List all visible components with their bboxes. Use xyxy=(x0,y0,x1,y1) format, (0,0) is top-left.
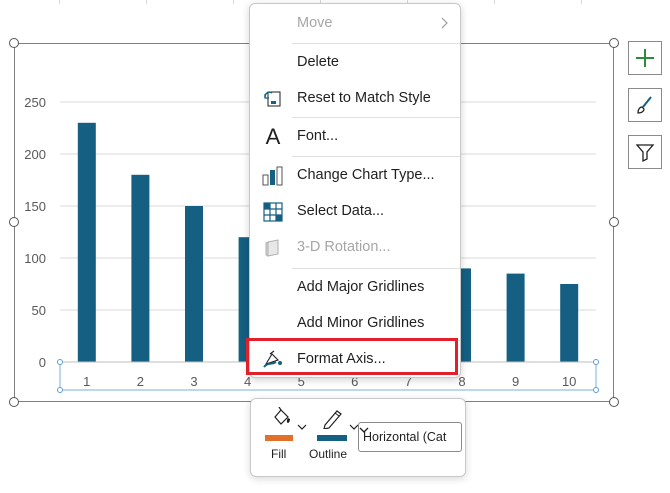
select-data-icon xyxy=(262,201,284,223)
axis-selection-handle xyxy=(593,359,599,365)
y-tick-label: 150 xyxy=(24,199,46,214)
y-tick-label: 0 xyxy=(39,355,46,370)
menu-item-delete[interactable]: Delete xyxy=(250,45,460,79)
font-icon: A xyxy=(265,124,281,149)
menu-separator xyxy=(292,156,460,157)
highlight-box xyxy=(246,338,458,375)
x-tick-label: 10 xyxy=(562,374,576,389)
menu-item-3d-rotation[interactable]: 3-D Rotation... xyxy=(250,230,460,264)
chart-elements-button[interactable] xyxy=(628,41,662,75)
fill-label: Fill xyxy=(271,447,287,461)
bar xyxy=(131,174,150,362)
resize-handle-middle-right[interactable] xyxy=(609,217,619,227)
paint-bucket-icon xyxy=(274,407,290,425)
mini-toolbar: Fill Outline Horizontal (Category Axis) xyxy=(250,398,466,477)
bar xyxy=(506,273,525,362)
pen-icon xyxy=(323,410,342,429)
x-tick-label: 8 xyxy=(458,374,465,389)
chevron-down-icon[interactable] xyxy=(297,423,307,431)
chart-filters-icon xyxy=(635,144,655,163)
bar xyxy=(560,284,579,362)
chart-type-icon xyxy=(262,165,284,187)
bar xyxy=(77,122,96,362)
menu-item-move[interactable]: Move xyxy=(250,6,460,40)
menu-item-select-data[interactable]: Select Data... xyxy=(250,194,460,228)
y-tick-label: 250 xyxy=(24,95,46,110)
x-tick-label: 9 xyxy=(512,374,519,389)
resize-handle-bottom-left[interactable] xyxy=(9,397,19,407)
axis-selection-handle xyxy=(57,359,63,365)
3d-rotation-icon xyxy=(262,237,284,259)
outline-button[interactable] xyxy=(313,405,359,441)
outline-color-swatch xyxy=(317,435,347,441)
resize-handle-top-left[interactable] xyxy=(9,38,19,48)
resize-handle-bottom-right[interactable] xyxy=(609,397,619,407)
x-tick-label: 3 xyxy=(190,374,197,389)
menu-item-reset-to-match-style[interactable]: Reset to Match Style xyxy=(250,81,460,115)
bar xyxy=(185,206,203,362)
fill-color-swatch xyxy=(265,435,293,441)
outline-label: Outline xyxy=(309,447,348,461)
menu-item-add-major-gridlines[interactable]: Add Major Gridlines xyxy=(250,270,460,304)
axis-selection-handle xyxy=(593,387,599,393)
menu-separator xyxy=(292,268,460,269)
axis-selection-handle xyxy=(57,387,63,393)
chart-filters-button[interactable] xyxy=(628,135,662,169)
menu-separator xyxy=(292,117,460,118)
menu-item-change-chart-type[interactable]: Change Chart Type... xyxy=(250,158,460,192)
chart-elements-icon xyxy=(636,49,654,67)
y-tick-label: 200 xyxy=(24,147,46,162)
menu-separator xyxy=(292,43,460,44)
chevron-right-icon xyxy=(441,17,448,29)
resize-handle-middle-left[interactable] xyxy=(9,217,19,227)
menu-item-add-minor-gridlines[interactable]: Add Minor Gridlines xyxy=(250,306,460,340)
resize-handle-top-right[interactable] xyxy=(609,38,619,48)
chart-styles-icon xyxy=(637,96,652,114)
chart-element-select[interactable]: Horizontal (Category Axis) xyxy=(358,422,462,452)
y-tick-label: 100 xyxy=(24,251,46,266)
menu-item-font[interactable]: A Font... xyxy=(250,119,460,153)
reset-style-icon xyxy=(262,88,284,110)
context-menu: Move Delete Reset to Match Style A Font.… xyxy=(249,3,461,378)
x-tick-label: 1 xyxy=(83,374,90,389)
fill-button[interactable] xyxy=(263,405,309,441)
y-tick-label: 50 xyxy=(32,303,46,318)
chart-styles-button[interactable] xyxy=(628,88,662,122)
x-tick-label: 2 xyxy=(137,374,144,389)
